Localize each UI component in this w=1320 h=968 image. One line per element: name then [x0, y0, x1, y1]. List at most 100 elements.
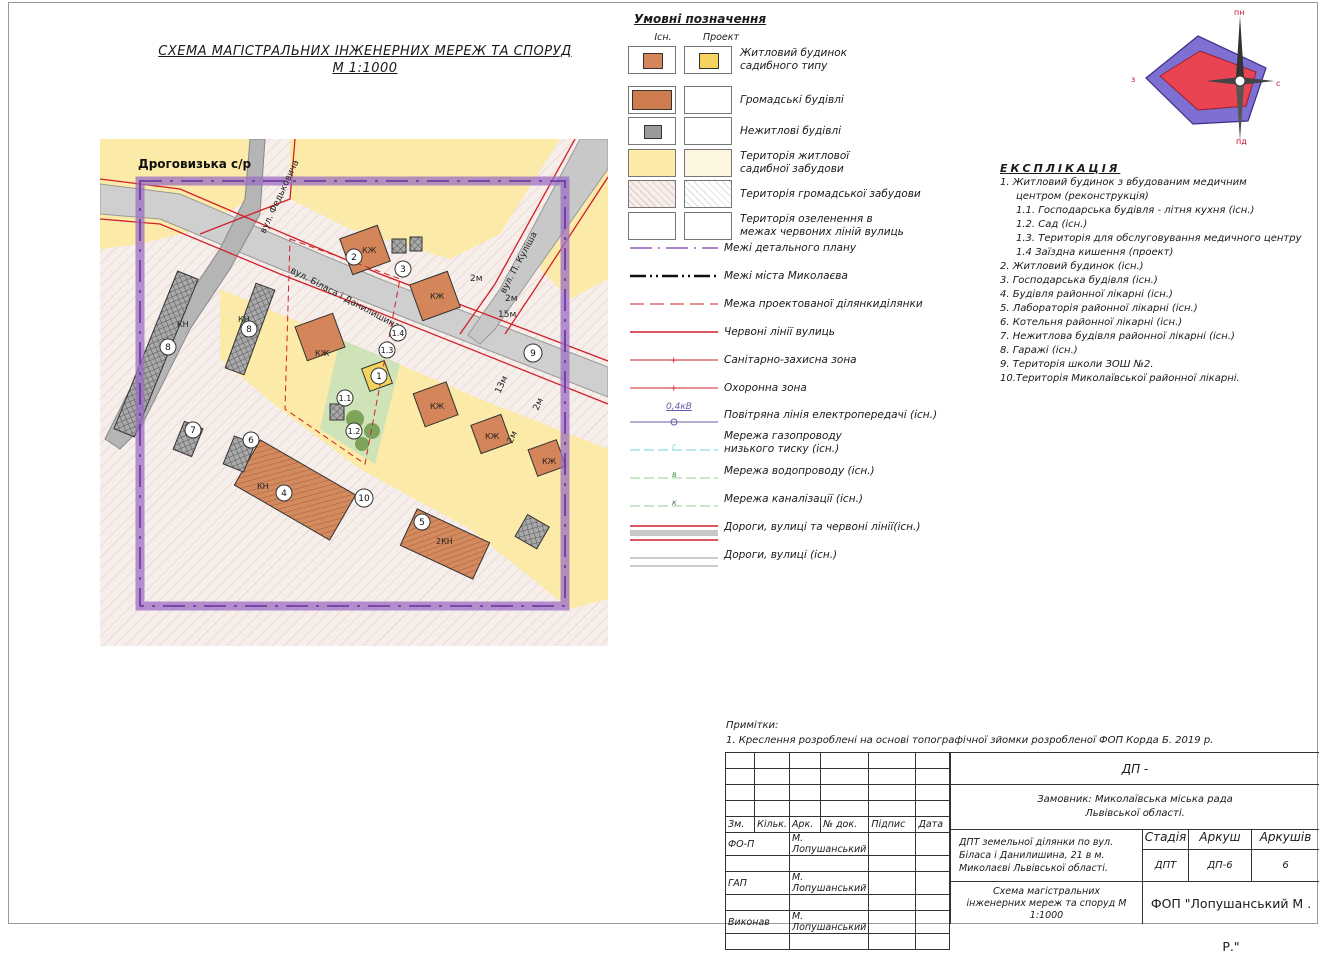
legend-label: Дороги, вулиці (існ.) [724, 549, 838, 561]
marker-text: 1.2 [348, 427, 361, 436]
stage-header: Стадія [1142, 829, 1188, 849]
project-description: ДПТ земельної ділянки по вул. Біласа і Д… [950, 829, 1142, 881]
legend-label: Громадські будівлі [740, 93, 844, 106]
legend-marker: в [672, 470, 677, 479]
legend-col-project: Проект [702, 32, 740, 43]
marker-text: 7 [190, 426, 196, 436]
marker-text: 8 [246, 325, 252, 335]
explication-item: 2. Житловий будинок (існ.) [1000, 261, 1144, 272]
legend-label: Межі детального плану [724, 242, 857, 254]
marker-text: 2 [351, 253, 357, 263]
compass-label-north: пн [1234, 8, 1244, 17]
explication-item: 1.1. Господарська будівля - літня кухня … [1016, 205, 1255, 216]
title-scale: М 1:1000 [332, 61, 398, 76]
compass-center [1234, 75, 1246, 87]
outbuilding [409, 236, 423, 252]
header-cell: Кільк. [754, 816, 790, 833]
building-code: КЖ [485, 432, 500, 441]
legend-label: Санітарно-захисна зона [724, 354, 857, 366]
role-cell: ГАП [725, 871, 790, 895]
legend-label: Територія озеленення в межах червоних лі… [740, 213, 904, 238]
explication-item: 1.4 Заїздна кишення (проект) [1016, 247, 1174, 258]
marker-text: 5 [419, 518, 425, 528]
legend-label: Межі міста Миколаєва [724, 270, 848, 282]
marker-text: 1.1 [339, 394, 352, 403]
legend-label: Територія житлової садибної забудови [740, 150, 850, 175]
dim-label: 2м [470, 274, 483, 284]
legend-label: Територія громадської забудови [740, 187, 921, 200]
legend-row-residential-territory: Територія житлової садибної забудови [628, 149, 850, 177]
building-code: КЖ [315, 349, 330, 358]
explication-item: 3. Господарська будівля (існ.) [1000, 275, 1158, 286]
wind-rose: пн пд з с [1131, 8, 1280, 146]
explication-item: 10.Територія Миколаївської районної ліка… [1000, 373, 1240, 384]
legend-row-residential: Житловий будинок садибного типу [628, 46, 850, 74]
sheet-header: Аркуш [1188, 829, 1251, 849]
marker-8b: 8 [240, 320, 258, 338]
notes-heading: Примітки: [726, 720, 779, 731]
header-cell: Арк. [788, 816, 822, 833]
dim-label: 15м [498, 310, 516, 320]
legend-row-public-territory: Територія громадської забудови [628, 180, 921, 208]
legend-col-existing: Існ. [654, 32, 672, 43]
sheet-value: ДП-6 [1188, 849, 1251, 881]
marker-1-3: 1.3 [378, 341, 396, 359]
building-code: КЖ [430, 402, 445, 411]
marker-text: 1.3 [381, 346, 394, 355]
legend-row-greening: Територія озеленення в межах червоних лі… [628, 212, 910, 240]
notes: Примітки: 1. Креслення розроблені на осн… [726, 718, 1213, 748]
drawing-title: СХЕМА МАГІСТРАЛЬНИХ ІНЖЕНЕРНИХ МЕРЕЖ ТА … [130, 44, 600, 76]
marker-9: 9 [523, 343, 543, 363]
explication-item: 9. Територія школи ЗОШ №2. [1000, 359, 1154, 370]
tree [364, 423, 380, 439]
region-label: Дроговизька с/р [138, 157, 252, 171]
svg-text:+: + [670, 384, 678, 394]
legend-marker: к [672, 498, 677, 507]
title-line1: СХЕМА МАГІСТРАЛЬНИХ ІНЖЕНЕРНИХ МЕРЕЖ ТА … [158, 44, 572, 59]
explication: ЕКСПЛІКАЦІЯ 1. Житловий будинок з вбудов… [1000, 162, 1302, 386]
role-cell: ФО-П [725, 832, 790, 856]
explication-heading: ЕКСПЛІКАЦІЯ [1000, 162, 1121, 175]
marker-5: 5 [413, 513, 431, 531]
compass-label-east: с [1276, 79, 1280, 88]
marker-text: 8 [165, 343, 171, 353]
legend-label: Охоронна зона [724, 382, 807, 394]
marker-text: 10 [358, 494, 370, 504]
explication-item: 6. Котельня районної лікарні (існ.) [1000, 317, 1183, 328]
sheets-header: Аркушів [1251, 829, 1319, 849]
marker-text: 1 [376, 372, 382, 382]
marker-1-1: 1.1 [336, 389, 354, 407]
marker-7: 7 [184, 421, 202, 439]
marker-6: 6 [242, 431, 260, 449]
customer-line: Львівської області. [1085, 808, 1185, 819]
marker-text: 1.4 [392, 329, 405, 338]
dim-label: 2м [505, 294, 518, 304]
role-cell: Виконав [725, 910, 790, 934]
marker-1-4: 1.4 [389, 324, 407, 342]
marker-4: 4 [275, 484, 293, 502]
sheets-value: 6 [1251, 849, 1319, 881]
revision-table: Зм. Кільк. Арк. № док. Підпис Дата ФО-П М… [724, 752, 950, 950]
svg-text:+: + [670, 356, 678, 366]
building-code: КН [257, 482, 269, 491]
legend-row-nonresidential: Нежитлові будівлі [628, 117, 841, 145]
site-plan-map: Дроговизька с/р вул. Федьковича вул. Біл… [100, 139, 608, 646]
building-code: КЖ [362, 246, 377, 255]
explication-item: 5. Лабораторія районної лікарні (існ.) [1000, 303, 1198, 314]
legend-label: Нежитлові будівлі [740, 124, 842, 137]
tree [355, 437, 369, 451]
customer-line: Замовник: Миколаївська міська рада [1037, 794, 1233, 805]
compass-label-south: пд [1236, 137, 1247, 146]
customer-block: Замовник: Миколаївська міська рада Львів… [950, 784, 1319, 829]
legend-label: Дороги, вулиці та червоні лінії(існ.) [724, 521, 921, 533]
notes-line: 1. Креслення розроблені на основі топогр… [726, 735, 1214, 746]
marker-1: 1 [370, 367, 388, 385]
legend-marker: 0,4кВ [666, 402, 692, 412]
name-cell: М. Лопушанський [788, 871, 870, 895]
sheet-name: Схема магістральних інженерних мереж та … [950, 881, 1142, 924]
legend-label: Повітряна лінія електропередачі (існ.) [724, 409, 938, 421]
stage-value: ДПТ [1142, 849, 1188, 881]
explication-item: 7. Нежитлова будівля районної лікарні (і… [1000, 331, 1235, 342]
building-code: 2КН [436, 537, 453, 546]
explication-item: 1.3. Територія для обслуговування медичн… [1016, 233, 1302, 244]
